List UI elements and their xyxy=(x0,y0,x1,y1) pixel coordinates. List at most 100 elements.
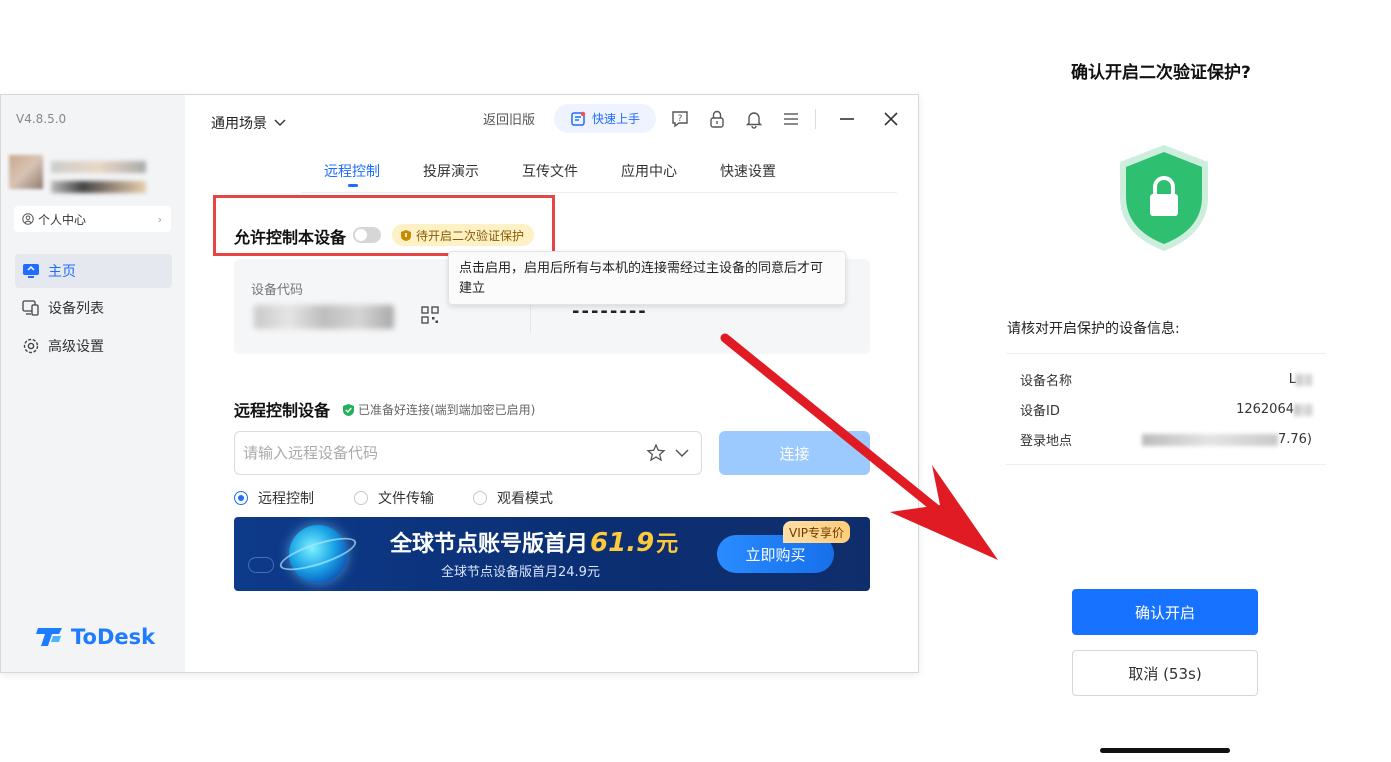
menu-button[interactable] xyxy=(781,109,801,133)
info-row-device-name: 设备名称 L xyxy=(1020,370,1312,389)
info-label: 设备ID xyxy=(1020,404,1060,419)
confirm-info-title: 请核对开启保护的设备信息: xyxy=(1007,321,1180,337)
minimize-button[interactable] xyxy=(837,109,857,133)
info-value-group: 1262064 xyxy=(1236,402,1312,417)
version-label: V4.8.5.0 xyxy=(16,112,67,126)
quick-start-button[interactable]: 快速上手 xyxy=(554,104,656,133)
qr-code-icon xyxy=(421,306,439,324)
redacted-text xyxy=(1294,403,1312,416)
remote-control-title: 远程控制设备 xyxy=(234,401,331,420)
allow-control-label: 允许控制本设备 xyxy=(234,228,347,247)
user-id-blurred xyxy=(51,181,146,193)
mode-radio-file-transfer[interactable]: 文件传输 xyxy=(354,488,434,508)
tab-remote-control[interactable]: 远程控制 xyxy=(324,161,380,181)
device-code-label: 设备代码 xyxy=(251,283,304,298)
home-monitor-icon xyxy=(23,264,39,278)
tab-app-center[interactable]: 应用中心 xyxy=(621,161,677,181)
lock-button[interactable] xyxy=(707,109,727,133)
sidebar-item-devices[interactable]: 设备列表 xyxy=(15,291,172,325)
todesk-logo-icon xyxy=(36,628,62,646)
info-value: 1262064 xyxy=(1236,402,1294,417)
tab-quick-settings[interactable]: 快速设置 xyxy=(720,161,776,181)
user-icon xyxy=(22,213,34,225)
info-value: 7.76) xyxy=(1277,432,1312,447)
scene-dropdown[interactable]: 通用场景 xyxy=(211,113,287,133)
divider xyxy=(1006,353,1326,354)
info-value-group: L xyxy=(1289,372,1312,387)
info-label: 设备名称 xyxy=(1020,374,1073,389)
sidebar-item-settings[interactable]: 高级设置 xyxy=(15,329,172,363)
green-shield-lock-icon xyxy=(1120,145,1208,251)
personal-center-label: 个人中心 xyxy=(38,212,87,227)
favorite-button[interactable] xyxy=(646,443,666,467)
check-shield-icon xyxy=(343,403,354,416)
mode-radio-remote-control[interactable]: 远程控制 xyxy=(234,488,314,508)
user-name-blurred xyxy=(51,161,146,173)
sidebar-item-home[interactable]: 主页 xyxy=(15,254,172,288)
mode-label: 远程控制 xyxy=(258,491,314,507)
home-indicator[interactable] xyxy=(1100,748,1230,753)
enable-tooltip: 点击启用，启用后所有与本机的连接需经过主设备的同意后才可建立 xyxy=(448,251,846,305)
scene-label: 通用场景 xyxy=(211,116,267,132)
hamburger-menu-icon xyxy=(784,113,798,125)
chevron-down-icon xyxy=(274,119,286,126)
star-icon xyxy=(646,443,666,462)
radio-dot xyxy=(354,491,368,505)
second-verify-badge[interactable]: 待开启二次验证保护 xyxy=(392,224,535,246)
quick-start-label: 快速上手 xyxy=(591,112,640,126)
banner-subtitle: 全球节点设备版首月24.9元 xyxy=(441,565,600,580)
active-tab-indicator xyxy=(348,184,358,187)
avatar[interactable] xyxy=(9,155,43,189)
guide-book-icon xyxy=(571,111,586,126)
info-row-login-location: 登录地点 7.76) xyxy=(1020,430,1312,449)
back-to-old-version-link[interactable]: 返回旧版 xyxy=(483,109,535,128)
banner-headline-prefix: 全球节点账号版首月 xyxy=(390,532,589,557)
ready-status-text: 已准备好连接(端到端加密已启用) xyxy=(358,403,536,417)
tab-file-transfer[interactable]: 互传文件 xyxy=(522,161,578,181)
main-tabs: 远程控制 投屏演示 互传文件 应用中心 快速设置 xyxy=(301,159,897,193)
second-verify-badge-label: 待开启二次验证保护 xyxy=(416,228,525,243)
history-dropdown-button[interactable] xyxy=(673,445,691,464)
radio-dot xyxy=(234,491,248,505)
help-button[interactable]: ? xyxy=(670,109,690,133)
gear-icon xyxy=(23,338,39,354)
svg-text:?: ? xyxy=(678,114,683,124)
mode-radio-view-mode[interactable]: 观看模式 xyxy=(473,488,553,508)
chevron-right-icon: › xyxy=(157,212,162,226)
device-code-blurred xyxy=(254,305,394,329)
redacted-text xyxy=(1296,373,1312,386)
mode-label: 文件传输 xyxy=(378,491,434,507)
device-list-icon xyxy=(22,300,39,316)
shield-icon xyxy=(401,229,411,241)
divider xyxy=(1006,464,1326,465)
info-row-device-id: 设备ID 1262064 xyxy=(1020,400,1312,419)
remote-device-code-input[interactable] xyxy=(234,431,702,475)
ready-status: 已准备好连接(端到端加密已启用) xyxy=(342,401,535,418)
banner-price: 61.9 xyxy=(590,528,655,558)
red-arrow-annotation xyxy=(720,333,998,560)
banner-headline: 全球节点账号版首月 61.9 元 xyxy=(390,526,678,558)
chevron-down-icon xyxy=(675,449,689,458)
confirm-title: 确认开启二次验证保护? xyxy=(1071,63,1251,83)
sidebar-item-label: 设备列表 xyxy=(48,301,104,317)
bell-icon xyxy=(745,112,763,129)
info-value: L xyxy=(1288,372,1296,387)
allow-control-toggle[interactable] xyxy=(353,227,381,243)
cancel-button[interactable]: 取消 (53s) xyxy=(1072,650,1258,696)
redacted-text xyxy=(1141,433,1278,446)
help-chat-icon: ? xyxy=(672,111,688,128)
sidebar-item-label: 高级设置 xyxy=(48,339,104,355)
sidebar: V4.8.5.0 个人中心 › 主页 设备列表 高级设置 ToDesk xyxy=(1,95,185,672)
notifications-button[interactable] xyxy=(744,109,764,133)
minimize-icon xyxy=(840,118,854,120)
personal-center-button[interactable]: 个人中心 › xyxy=(14,206,171,232)
banner-unit: 元 xyxy=(656,532,679,557)
confirm-enable-button[interactable]: 确认开启 xyxy=(1072,589,1258,635)
qr-code-button[interactable] xyxy=(421,306,439,328)
radio-dot xyxy=(473,491,487,505)
close-icon xyxy=(884,112,898,126)
sidebar-item-label: 主页 xyxy=(48,264,76,280)
close-button[interactable] xyxy=(881,109,901,133)
logo-text: ToDesk xyxy=(71,625,156,649)
tab-screen-cast[interactable]: 投屏演示 xyxy=(423,161,479,181)
